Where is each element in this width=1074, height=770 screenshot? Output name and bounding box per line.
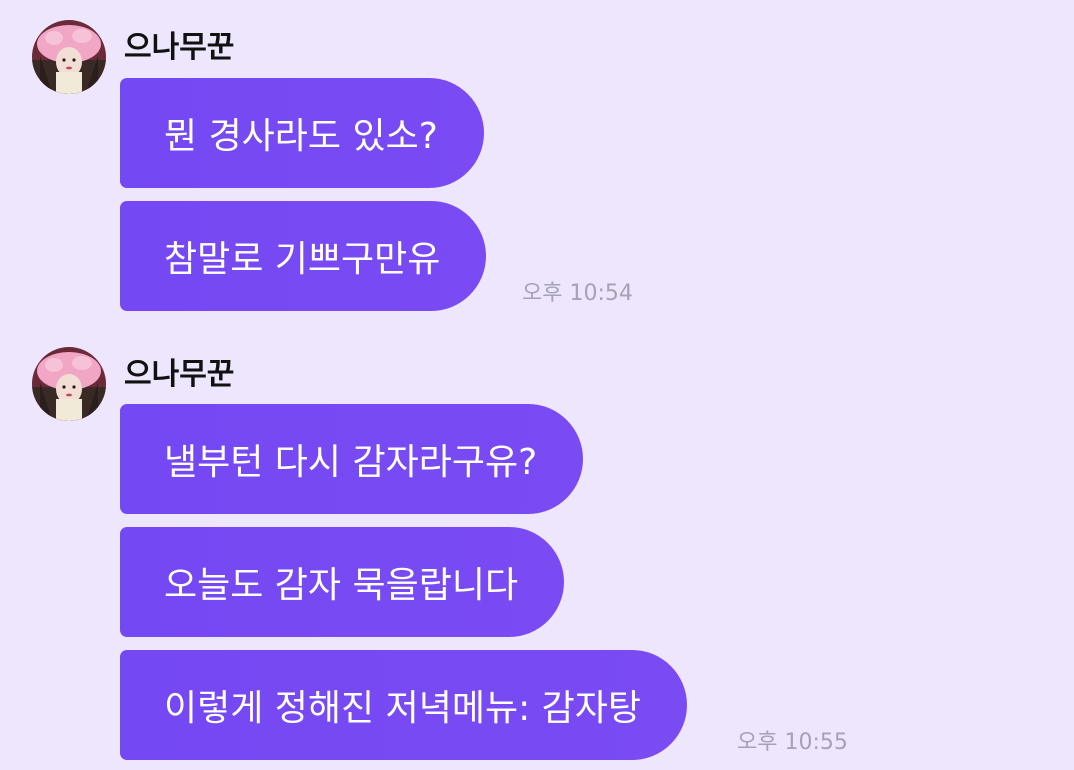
message-bubble[interactable]: 낼부턴 다시 감자라구유?: [120, 404, 584, 514]
message-bubble[interactable]: 참말로 기쁘구만유: [120, 201, 487, 311]
message-text: 참말로 기쁘구만유: [164, 239, 441, 280]
message-text: 낼부턴 다시 감자라구유?: [164, 442, 538, 483]
message-text: 이렇게 정해진 저녁메뉴: 감자탕: [164, 688, 642, 729]
sender-name: 으나무꾼: [124, 30, 235, 65]
message-bubble[interactable]: 뭔 경사라도 있소?: [120, 78, 484, 188]
message-text: 오늘도 감자 묵을랍니다: [164, 565, 519, 606]
message-bubble[interactable]: 이렇게 정해진 저녁메뉴: 감자탕: [120, 650, 688, 760]
message-text: 뭔 경사라도 있소?: [164, 116, 438, 157]
profile-photo-icon: [32, 20, 106, 94]
sender-name: 으나무꾼: [124, 357, 235, 392]
message-bubble[interactable]: 오늘도 감자 묵을랍니다: [120, 527, 565, 637]
avatar[interactable]: [32, 20, 106, 94]
message-timestamp: 오후 10:54: [522, 281, 633, 306]
profile-photo-icon: [32, 347, 106, 421]
message-timestamp: 오후 10:55: [737, 730, 848, 755]
avatar[interactable]: [32, 347, 106, 421]
